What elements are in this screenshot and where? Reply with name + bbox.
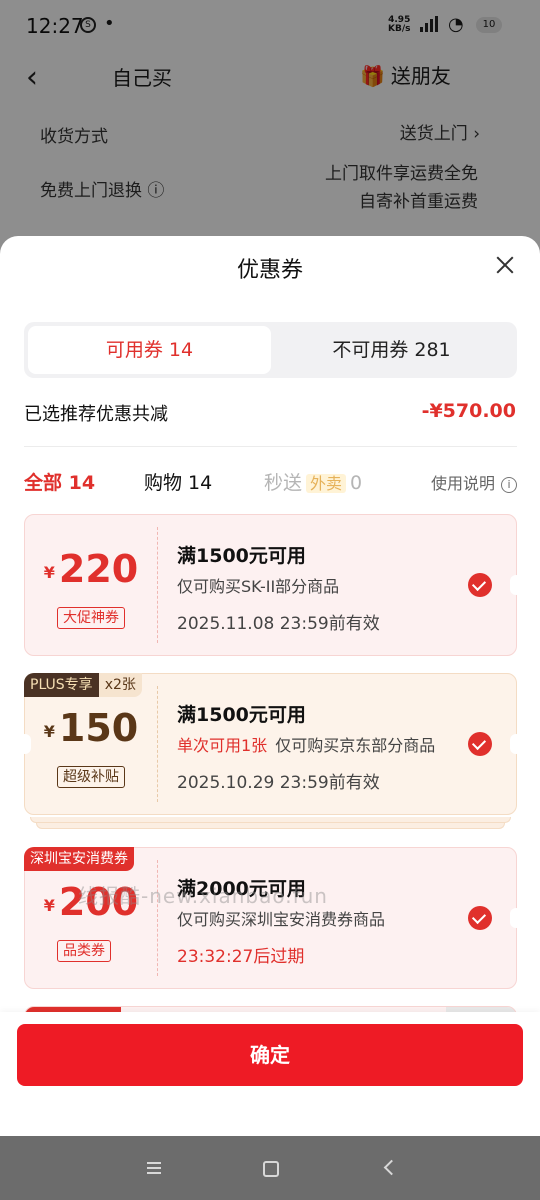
coupon-divider — [157, 527, 158, 643]
coupon-stack-shadow — [30, 817, 511, 823]
coupon-expiry: 2025.10.29 23:59前有效 — [177, 773, 380, 793]
coupon-kind-tag: 品类券 — [57, 940, 111, 962]
coupon-selected-check-icon[interactable] — [468, 906, 492, 930]
coupon-notch — [510, 734, 522, 754]
coupon-kind-tag: 大促神券 — [57, 607, 125, 629]
coupon-value-panel: ¥150 超级补贴 — [25, 674, 157, 814]
coupon-condition: 满1500元可用 — [177, 545, 306, 567]
tab-available-coupons[interactable]: 可用券 14 — [28, 326, 271, 374]
info-icon: i — [501, 477, 517, 493]
confirm-button[interactable]: 确定 — [17, 1024, 523, 1086]
filter-shopping[interactable]: 购物 14 — [144, 468, 212, 495]
coupon-amount: ¥150 — [43, 706, 139, 750]
discount-summary-amount: -¥570.00 — [421, 400, 516, 422]
coupon-kind-tag: 超级补贴 — [57, 766, 125, 788]
filter-instant-delivery[interactable]: 秒送 外卖 0 — [264, 468, 362, 495]
coupon-selected-check-icon[interactable] — [468, 573, 492, 597]
back-nav-icon[interactable] — [380, 1156, 404, 1180]
close-icon[interactable] — [492, 252, 518, 278]
home-icon[interactable] — [261, 1156, 285, 1180]
coupon-limit: 单次可用1张 — [177, 736, 268, 755]
coupon-selected-check-icon[interactable] — [468, 732, 492, 756]
coupon-scope: 单次可用1张 仅可购买京东部分商品 — [177, 736, 436, 755]
coupon-card[interactable]: ¥220 大促神券 满1500元可用 仅可购买SK-II部分商品 2025.11… — [24, 514, 522, 656]
discount-summary-label: 已选推荐优惠共减 — [24, 404, 168, 425]
coupon-divider — [157, 860, 158, 976]
sheet-title: 优惠券 — [236, 258, 303, 283]
coupon-value-panel: ¥200 品类券 — [25, 848, 157, 988]
coupon-scope: 仅可购买深圳宝安消费券商品 — [177, 910, 386, 929]
coupon-divider — [157, 686, 158, 802]
coupon-sheet: 优惠券 可用券 14 不可用券 281 已选推荐优惠共减 -¥570.00 全部… — [0, 236, 540, 1136]
coupon-amount: ¥220 — [43, 547, 139, 591]
tab-unavailable-coupons[interactable]: 不可用券 281 — [270, 326, 513, 374]
filter-all[interactable]: 全部 14 — [24, 468, 95, 495]
coupon-notch — [510, 575, 522, 595]
coupon-condition: 满1500元可用 — [177, 704, 306, 726]
coupon-filters: 全部 14 购物 14 秒送 外卖 0 使用说明 i — [24, 468, 517, 496]
coupon-value-panel: ¥220 大促神券 — [25, 515, 157, 655]
coupon-notch — [510, 908, 522, 928]
sheet-footer: 确定 — [0, 1012, 540, 1136]
divider — [24, 446, 517, 447]
coupon-segment-control: 可用券 14 不可用券 281 — [24, 322, 517, 378]
usage-help-link[interactable]: 使用说明 i — [431, 470, 517, 494]
coupon-notch — [19, 734, 31, 754]
watermark: 线报酷-new.xianbao.fun — [78, 884, 328, 908]
coupon-scope: 仅可购买SK-II部分商品 — [177, 577, 340, 596]
coupon-expiry: 2025.11.08 23:59前有效 — [177, 614, 380, 634]
coupon-countdown: 23:32:27后过期 — [177, 947, 305, 967]
system-nav-bar — [0, 1136, 540, 1200]
menu-icon[interactable] — [144, 1156, 168, 1180]
coupon-stack-shadow — [36, 823, 505, 829]
coupon-card[interactable]: 深圳宝安消费券 ¥200 品类券 满2000元可用 仅可购买深圳宝安消费券商品 … — [24, 847, 522, 989]
coupon-card[interactable]: PLUS专享 x2张 ¥150 超级补贴 满1500元可用 单次可用1张 仅可购买京… — [19, 673, 522, 815]
